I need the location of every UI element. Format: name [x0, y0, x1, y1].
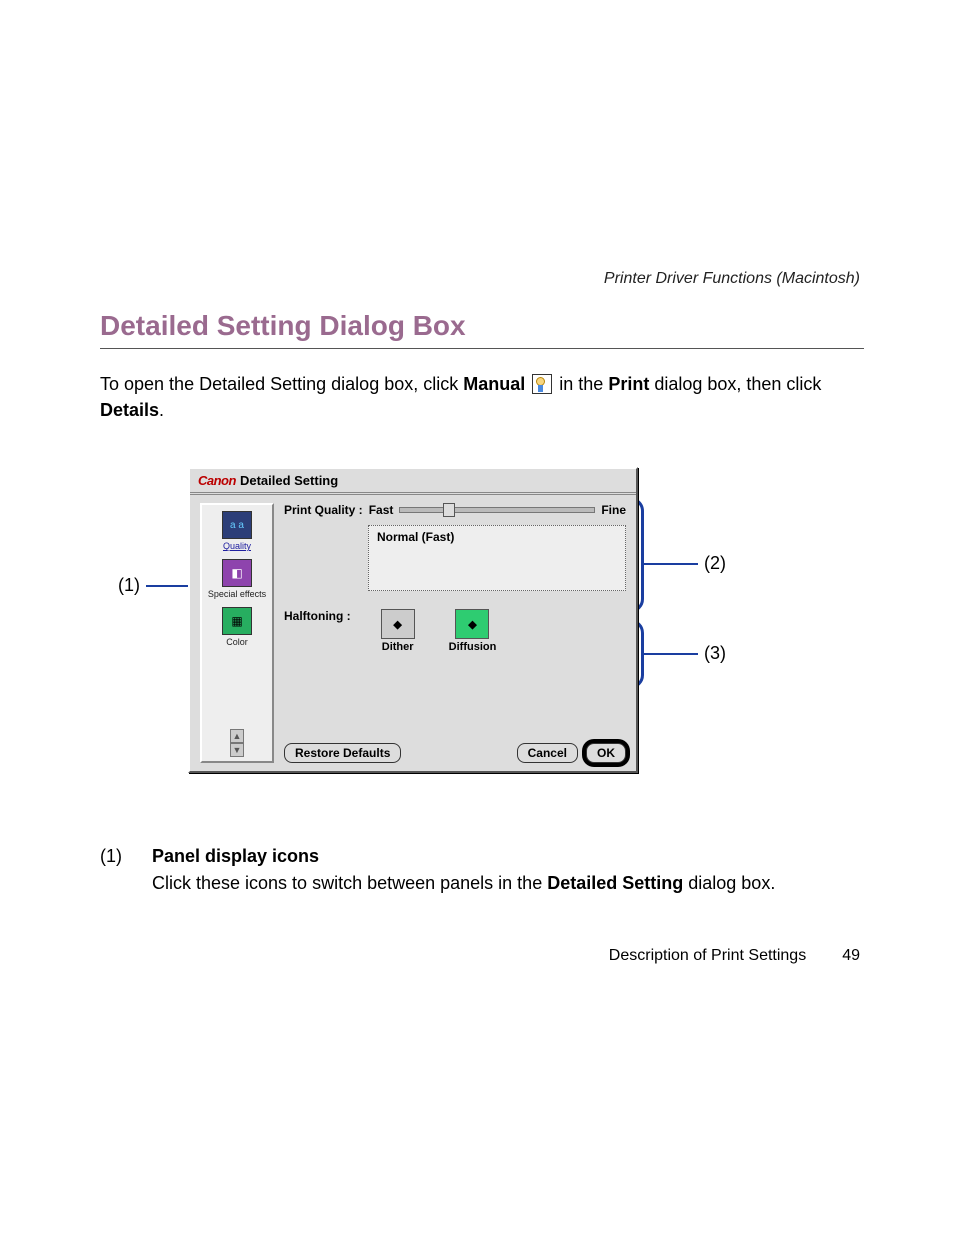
page-breadcrumb: Printer Driver Functions (Macintosh)	[100, 270, 864, 288]
halftoning-label: Halftoning :	[284, 609, 351, 623]
halftone-options: ◆ Dither ◆ Diffusion	[381, 609, 497, 653]
dialog-body: a a Quality ◧ Special effects ▦ Color ▲ …	[190, 495, 636, 771]
description-body: Panel display icons Click these icons to…	[152, 843, 775, 897]
callout-1-label: (1)	[118, 575, 140, 596]
scroll-down-icon[interactable]: ▼	[230, 743, 244, 757]
panel-label: Quality	[206, 541, 268, 551]
description-bold: Detailed Setting	[547, 873, 683, 893]
dither-icon: ◆	[381, 609, 415, 639]
manual-icon	[532, 374, 552, 394]
print-quality-row: Print Quality : Fast Fine	[284, 503, 626, 517]
color-icon: ▦	[222, 607, 252, 635]
callout-3: (3)	[644, 643, 726, 664]
halftone-label: Dither	[381, 641, 415, 653]
title-rule	[100, 348, 864, 349]
print-quality-slider[interactable]: Fast Fine	[369, 503, 626, 517]
quality-status-text: Normal (Fast)	[377, 530, 454, 544]
callout-3-label: (3)	[704, 643, 726, 664]
footer-section: Description of Print Settings	[609, 947, 806, 965]
ok-button[interactable]: OK	[586, 743, 626, 763]
canon-logo: Canon	[198, 473, 236, 488]
description-text: dialog box.	[683, 873, 775, 893]
description-row: (1) Panel display icons Click these icon…	[100, 843, 864, 897]
intro-print: Print	[608, 374, 649, 394]
intro-text: To open the Detailed Setting dialog box,…	[100, 374, 463, 394]
intro-manual: Manual	[463, 374, 525, 394]
panel-label: Color	[206, 637, 268, 647]
callout-2: (2)	[644, 553, 726, 574]
callout-2-label: (2)	[704, 553, 726, 574]
dialog-title: Detailed Setting	[240, 473, 338, 488]
slider-thumb[interactable]	[443, 503, 455, 517]
dialog-titlebar: Canon Detailed Setting	[190, 469, 636, 495]
footer-page-number: 49	[842, 947, 860, 965]
restore-defaults-button[interactable]: Restore Defaults	[284, 743, 401, 763]
halftone-diffusion[interactable]: ◆ Diffusion	[449, 609, 497, 653]
page-footer: Description of Print Settings 49	[609, 947, 860, 965]
description-title: Panel display icons	[152, 843, 775, 870]
panel-strip: a a Quality ◧ Special effects ▦ Color ▲ …	[200, 503, 274, 763]
scroll-up-icon[interactable]: ▲	[230, 729, 244, 743]
slider-left-label: Fast	[369, 503, 394, 517]
halftone-dither[interactable]: ◆ Dither	[381, 609, 415, 653]
quality-status-box: Normal (Fast)	[368, 525, 626, 591]
panel-item-quality[interactable]: a a Quality	[206, 511, 268, 551]
intro-details: Details	[100, 400, 159, 420]
callout-line	[644, 563, 698, 565]
diffusion-icon: ◆	[455, 609, 489, 639]
intro-paragraph: To open the Detailed Setting dialog box,…	[100, 371, 864, 423]
panel-label: Special effects	[206, 589, 268, 599]
intro-text: in the	[554, 374, 608, 394]
slider-right-label: Fine	[601, 503, 626, 517]
halftone-label: Diffusion	[449, 641, 497, 653]
figure-wrap: (1) (2) (3) Canon Detailed Setting a a Q…	[100, 467, 864, 797]
intro-text: .	[159, 400, 164, 420]
panel-item-special-effects[interactable]: ◧ Special effects	[206, 559, 268, 599]
panel-item-color[interactable]: ▦ Color	[206, 607, 268, 647]
callout-line	[644, 653, 698, 655]
panel-scroll: ▲ ▼	[230, 729, 244, 757]
dialog-content: Print Quality : Fast Fine Normal (Fast)	[284, 503, 626, 763]
dialog-button-row: Restore Defaults Cancel OK	[284, 743, 626, 763]
slider-track[interactable]	[399, 507, 595, 513]
special-effects-icon: ◧	[222, 559, 252, 587]
intro-text: dialog box, then click	[649, 374, 821, 394]
description-text: Click these icons to switch between pane…	[152, 873, 547, 893]
detailed-setting-dialog: Canon Detailed Setting a a Quality ◧ Spe…	[188, 467, 638, 773]
description-number: (1)	[100, 843, 134, 897]
halftoning-row: Halftoning : ◆ Dither ◆ Diffusion	[284, 609, 626, 653]
cancel-button[interactable]: Cancel	[517, 743, 578, 763]
page-title: Detailed Setting Dialog Box	[100, 310, 864, 342]
print-quality-label: Print Quality :	[284, 503, 363, 517]
quality-icon: a a	[222, 511, 252, 539]
